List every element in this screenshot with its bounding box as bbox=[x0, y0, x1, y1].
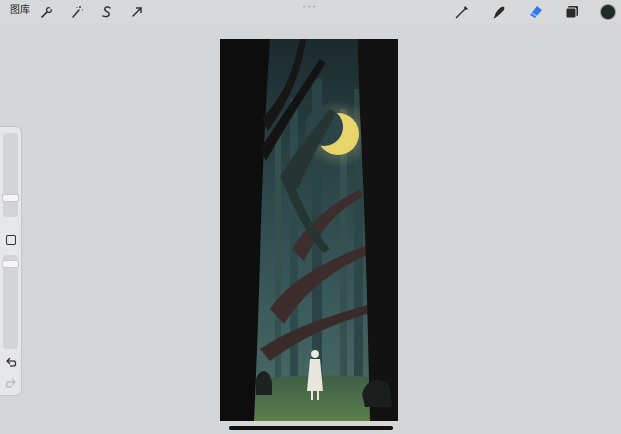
selection-s-icon[interactable] bbox=[98, 3, 116, 20]
forest-moon-artwork bbox=[220, 39, 398, 421]
brush-size-slider-thumb[interactable] bbox=[2, 194, 19, 202]
gallery-button[interactable]: 图库 bbox=[10, 4, 30, 18]
undo-button[interactable] bbox=[4, 356, 18, 368]
smudge-icon[interactable] bbox=[490, 3, 508, 20]
top-toolbar: 图库 ••• bbox=[0, 0, 621, 23]
magic-wand-icon[interactable] bbox=[68, 3, 86, 20]
undo-icon bbox=[6, 357, 17, 367]
brush-size-slider[interactable] bbox=[3, 133, 18, 217]
modify-button[interactable] bbox=[6, 235, 16, 245]
redo-icon bbox=[5, 378, 16, 388]
opacity-slider[interactable] bbox=[3, 255, 18, 349]
opacity-slider-thumb[interactable] bbox=[2, 260, 19, 268]
drawing-canvas[interactable] bbox=[220, 39, 398, 421]
left-sidebar bbox=[0, 126, 22, 396]
wrench-icon[interactable] bbox=[38, 3, 56, 20]
grabber-handle[interactable]: ••• bbox=[302, 3, 317, 11]
redo-button[interactable] bbox=[4, 377, 18, 389]
home-indicator bbox=[229, 426, 393, 430]
brush-icon[interactable] bbox=[453, 3, 471, 20]
layers-icon[interactable] bbox=[563, 3, 581, 20]
transform-arrow-icon[interactable] bbox=[128, 3, 146, 20]
eraser-icon[interactable] bbox=[527, 3, 545, 20]
color-picker-swatch[interactable] bbox=[600, 4, 616, 20]
